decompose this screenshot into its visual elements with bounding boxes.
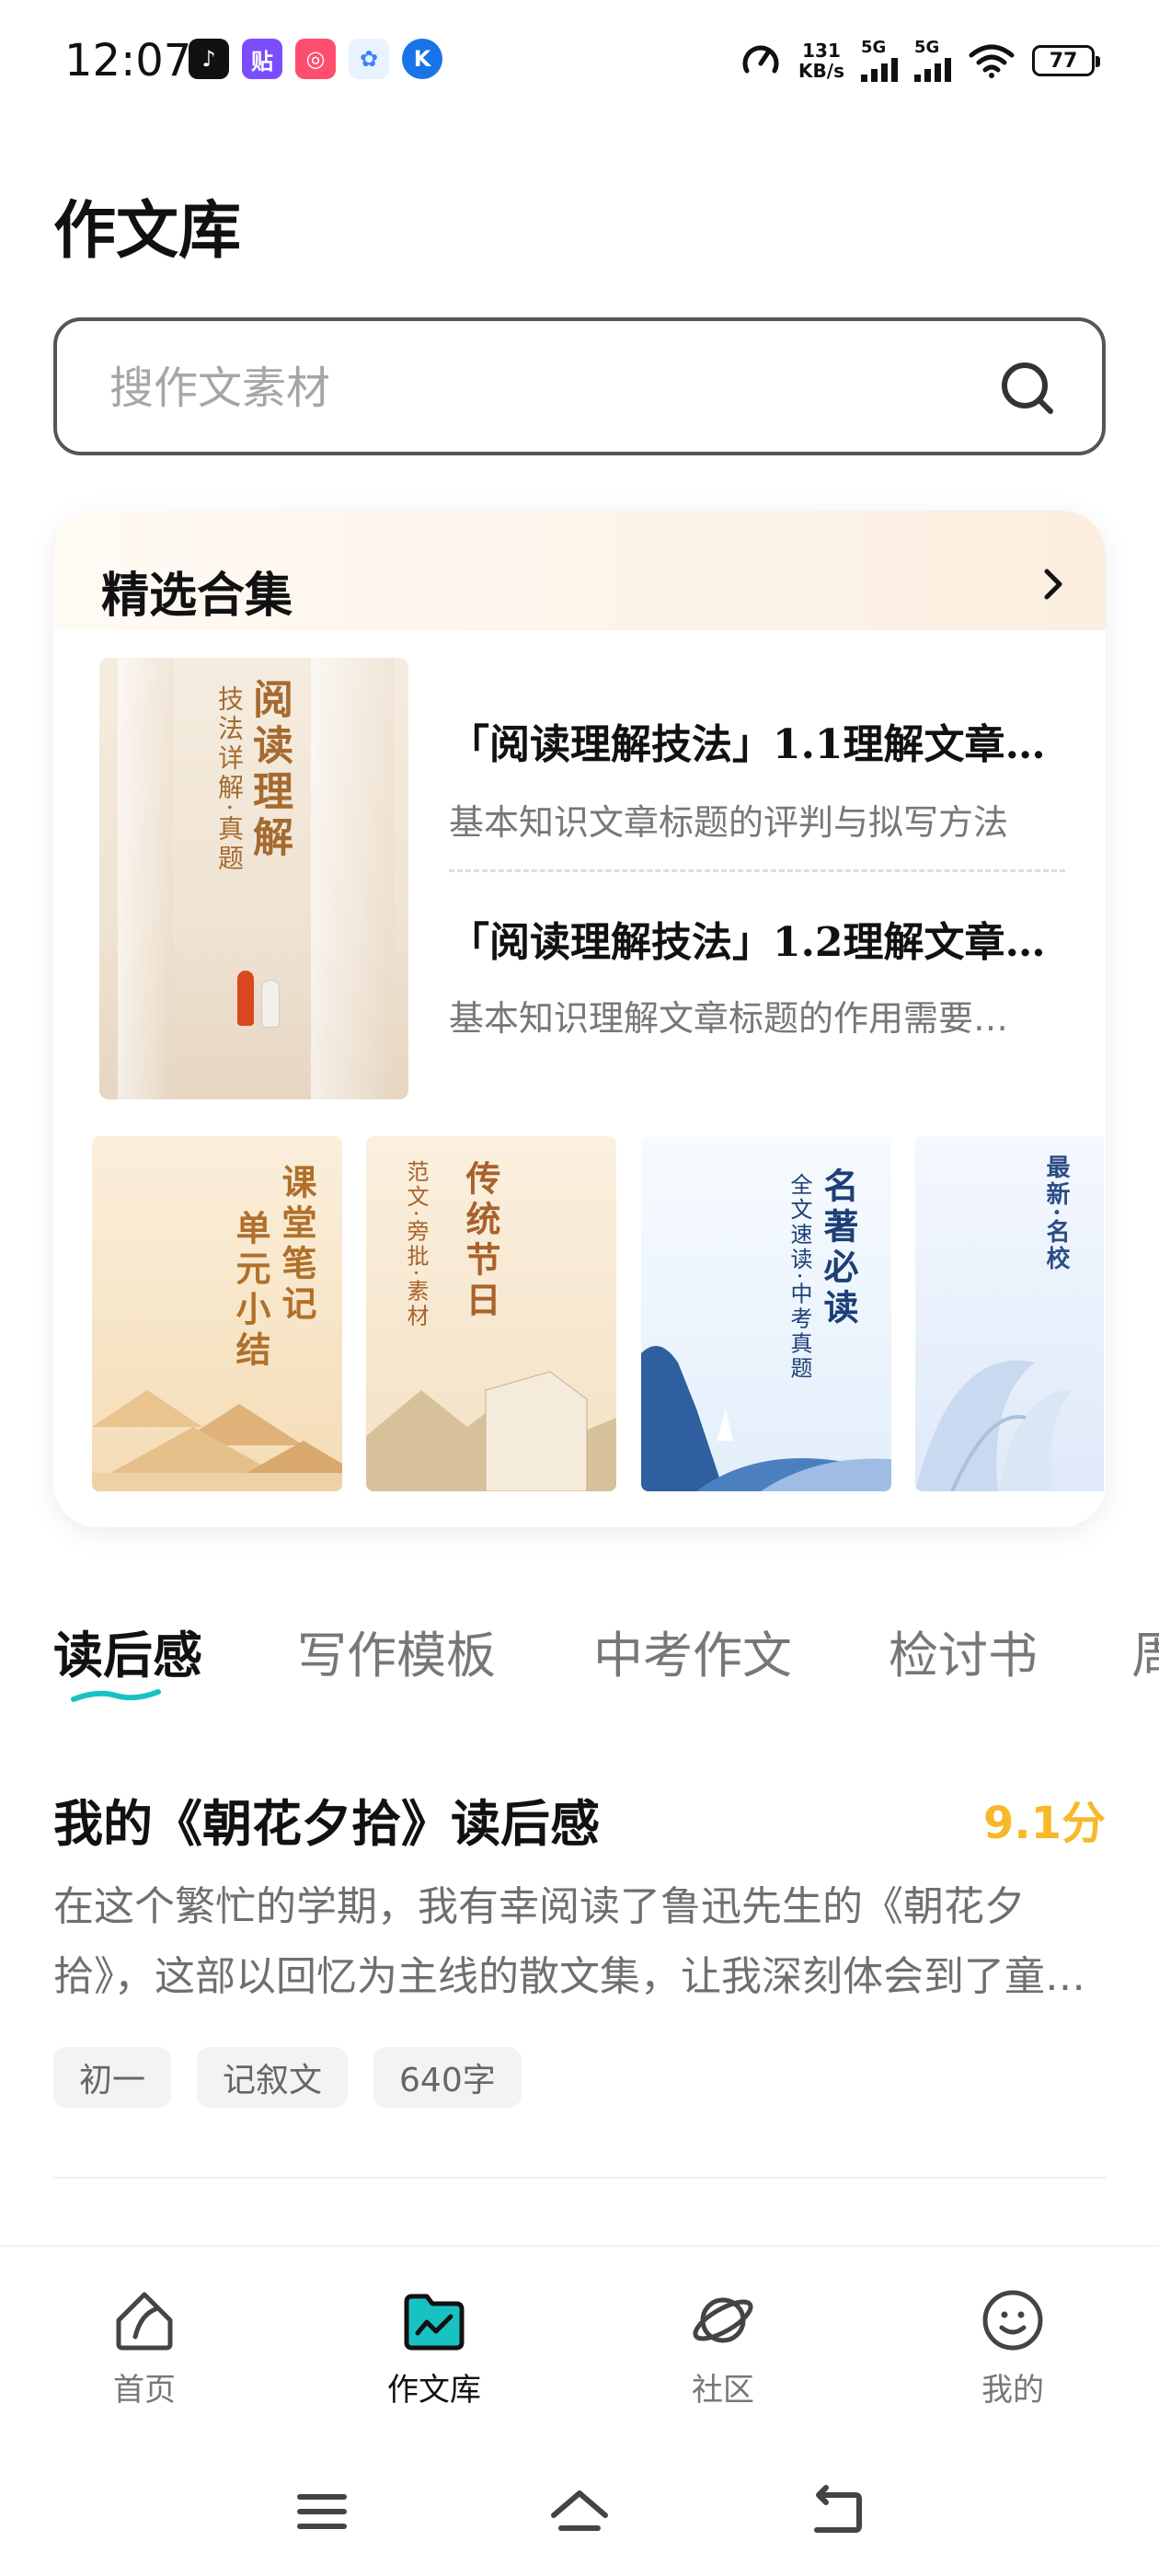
cover-carousel[interactable]: 课堂笔记 单元小结 传统节日 范文·旁批·素材 名著必读 全文速读·中考真题 最… [92, 1136, 1104, 1495]
library-folder-icon [404, 2294, 465, 2351]
list-item[interactable]: 「阅读理解技法」1.2理解文章标题 基本知识理解文章标题的作用需要注意 [449, 869, 1065, 1084]
child-figure [237, 971, 254, 1026]
cover-title: 名著必读 [818, 1167, 859, 1329]
article-score: 9.1分 [982, 1798, 1106, 1849]
menu-icon[interactable] [285, 2475, 359, 2548]
tag-word-count: 640字 [373, 2047, 522, 2108]
back-icon[interactable] [800, 2475, 874, 2548]
app-icon-blue: ✿ [349, 39, 389, 79]
wifi-icon [969, 44, 1015, 78]
tiktok-icon: ♪ [189, 39, 229, 79]
tag-grade: 初一 [53, 2047, 172, 2108]
cover-subtitle: 技法详解·真题 [214, 685, 245, 874]
planet-icon [693, 2297, 753, 2343]
nav-home[interactable]: 首页 [52, 2283, 236, 2409]
k-app-icon: K [402, 39, 442, 79]
nav-label: 我的 [981, 2372, 1044, 2409]
cover-title: 课堂笔记 [276, 1164, 317, 1326]
nav-label: 作文库 [387, 2372, 481, 2409]
signal-1: 5G [861, 40, 898, 82]
tag-genre: 记叙文 [197, 2047, 349, 2108]
latest-schools-cover[interactable]: 最新·名校 [915, 1136, 1104, 1491]
system-navigation-bar [0, 2447, 1159, 2576]
net-speed: 131 KB/s [798, 40, 844, 82]
notification-icons: ♪ 贴 ◎ ✿ K [189, 39, 442, 79]
item-title: 「阅读理解技法」1.2理解文章标题 [449, 919, 1056, 966]
home-leaf-icon [116, 2292, 173, 2351]
item-title: 「阅读理解技法」1.1理解文章标题 [449, 721, 1056, 768]
item-subtitle: 基本知识文章标题的评判与拟写方法 [449, 802, 1009, 843]
featured-collection-card: 精选合集 阅读理解 技法详解·真题 「阅读理解技法」1.1理解文章标题 基本知识… [53, 511, 1106, 1527]
active-tab-indicator [71, 1689, 161, 1702]
status-time: 12:07 [64, 35, 192, 86]
nav-label: 首页 [113, 2372, 176, 2409]
search-icon[interactable] [999, 360, 1056, 417]
search-input[interactable] [108, 358, 939, 419]
speedometer-icon [742, 45, 779, 74]
child-figure [261, 980, 280, 1028]
tab-weekly-journal[interactable]: 周记 [1131, 1615, 1159, 1687]
bottom-navigation: 首页 作文库 社区 我的 [0, 2245, 1159, 2431]
cover-title-2: 单元小结 [230, 1210, 271, 1372]
paper-scroll-illustration [915, 1360, 1072, 1491]
smiley-icon [982, 2290, 1043, 2351]
card-header[interactable]: 精选合集 [53, 511, 1106, 630]
classics-reading-cover[interactable]: 名著必读 全文速读·中考真题 [641, 1136, 891, 1491]
signal-2: 5G [914, 40, 951, 82]
reading-comprehension-cover[interactable]: 阅读理解 技法详解·真题 [99, 658, 408, 1099]
divider [53, 2177, 1106, 2179]
featured-list: 「阅读理解技法」1.1理解文章标题 基本知识文章标题的评判与拟写方法 「阅读理解… [449, 658, 1065, 1084]
class-notes-cover[interactable]: 课堂笔记 单元小结 [92, 1136, 342, 1491]
nav-library[interactable]: 作文库 [342, 2283, 526, 2409]
nav-label: 社区 [692, 2372, 754, 2409]
search-box[interactable] [53, 317, 1106, 455]
mountain-illustration [366, 1371, 616, 1491]
roof-illustration [92, 1390, 342, 1491]
cover-title: 阅读理解 [246, 678, 293, 862]
cover-title: 传统节日 [460, 1160, 501, 1322]
article-tags: 初一 记叙文 640字 [53, 2047, 522, 2108]
status-bar: 12:07 ♪ 贴 ◎ ✿ K 131 KB/s 5G 5G 77 [0, 0, 1159, 120]
tab-reading-reflection[interactable]: 读后感 [53, 1615, 202, 1687]
tab-writing-template[interactable]: 写作模板 [297, 1615, 496, 1687]
nav-community[interactable]: 社区 [631, 2283, 815, 2409]
cover-subtitle: 全文速读·中考真题 [786, 1173, 812, 1382]
page-title: 作文库 [53, 195, 242, 268]
tab-exam-essay[interactable]: 中考作文 [593, 1615, 792, 1687]
home-icon[interactable] [543, 2475, 616, 2548]
app-icon-618: ◎ [295, 39, 336, 79]
article-excerpt[interactable]: 在这个繁忙的学期，我有幸阅读了鲁迅先生的《朝花夕拾》，这部以回忆为主线的散文集，… [53, 1872, 1106, 2012]
article-title[interactable]: 我的《朝花夕拾》读后感 [53, 1783, 600, 1856]
cover-subtitle: 范文·旁批·素材 [403, 1160, 429, 1329]
featured-title: 精选合集 [101, 569, 293, 624]
chevron-right-icon[interactable] [1034, 566, 1071, 603]
item-subtitle: 基本知识理解文章标题的作用需要注意 [449, 998, 1038, 1039]
tab-self-criticism[interactable]: 检讨书 [889, 1615, 1038, 1687]
battery-indicator: 77 [1032, 45, 1100, 76]
list-item[interactable]: 「阅读理解技法」1.1理解文章标题 基本知识文章标题的评判与拟写方法 [449, 658, 1065, 869]
cover-subtitle: 最新·名校 [1042, 1155, 1070, 1273]
app-icon-purple: 贴 [242, 39, 282, 79]
traditional-festival-cover[interactable]: 传统节日 范文·旁批·素材 [366, 1136, 616, 1491]
nav-profile[interactable]: 我的 [921, 2283, 1105, 2409]
category-tabs: 读后感 写作模板 中考作文 检讨书 周记 [53, 1605, 1159, 1707]
